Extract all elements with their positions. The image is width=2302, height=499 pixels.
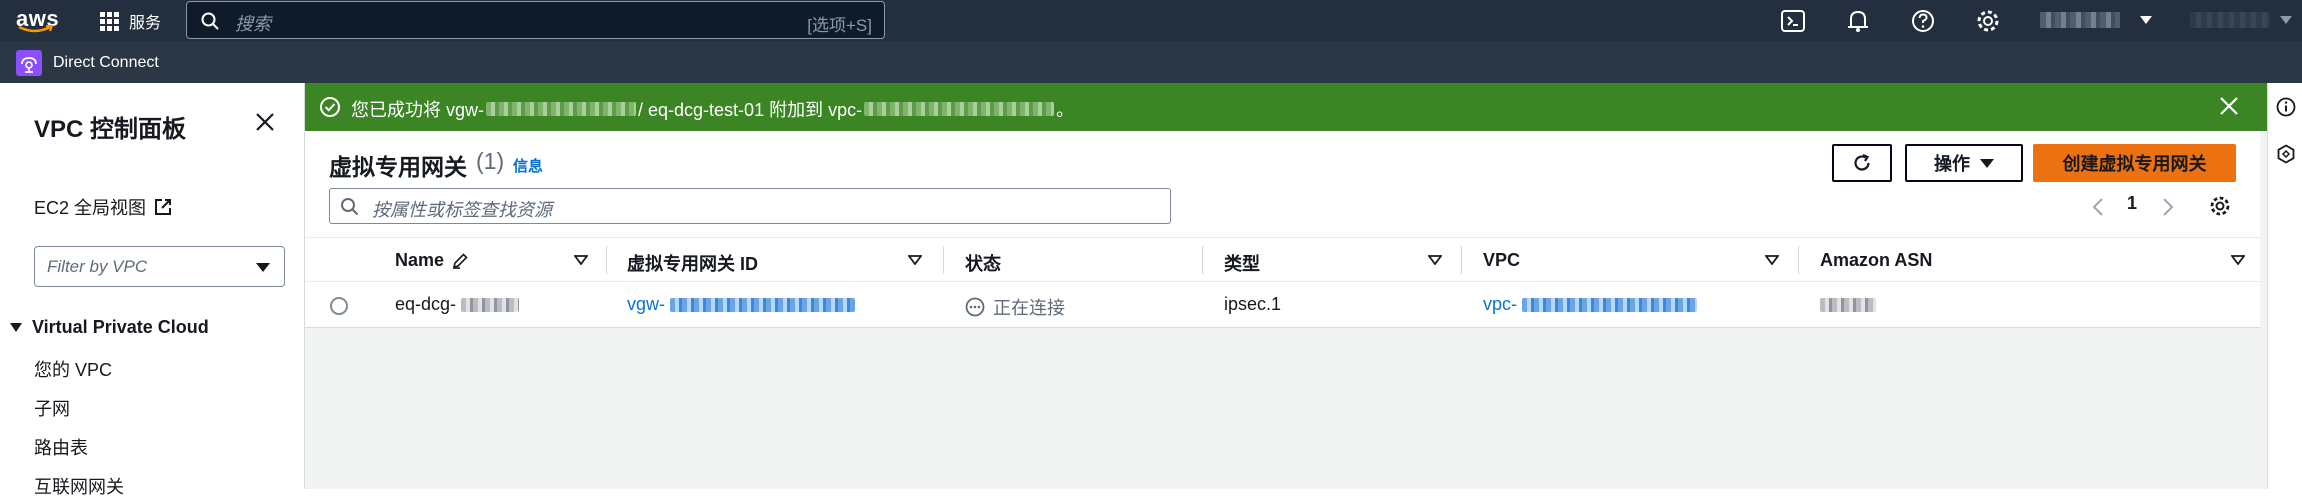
smile-arrow-icon: [18, 25, 54, 33]
close-icon[interactable]: [256, 113, 274, 131]
caret-down-icon: [2280, 16, 2292, 24]
caret-down-icon: [256, 263, 270, 272]
info-icon[interactable]: [2276, 97, 2296, 117]
main-content: 虚拟专用网关 (1) 信息 操作 创建虚拟专用网关 按属性或标签查找资源 1 N…: [305, 131, 2267, 489]
caret-down-icon: [2140, 16, 2152, 24]
sidebar-item-internet-gateways[interactable]: 互联网网关: [34, 473, 124, 499]
sidebar-item-route-tables[interactable]: 路由表: [34, 434, 88, 460]
cell-vgw-id-link[interactable]: vgw-: [627, 294, 856, 315]
chevron-right-icon[interactable]: [2162, 197, 2174, 217]
account-name-redacted[interactable]: [2040, 12, 2120, 28]
sort-caret-icon[interactable]: [908, 255, 922, 265]
sort-caret-icon[interactable]: [2231, 255, 2245, 265]
vgw-table-container: 虚拟专用网关 (1) 信息 操作 创建虚拟专用网关 按属性或标签查找资源 1 N…: [305, 131, 2260, 328]
sort-caret-icon[interactable]: [1765, 255, 1779, 265]
service-shortcut-direct-connect[interactable]: Direct Connect: [53, 54, 159, 72]
settings-gear-icon[interactable]: [1975, 8, 2001, 34]
page-title: 虚拟专用网关: [329, 154, 467, 180]
redacted-text: [670, 298, 856, 313]
caret-down-icon: [1980, 158, 1994, 168]
hexagon-feedback-icon[interactable]: [2276, 144, 2296, 164]
side-navigation: VPC 控制面板 EC2 全局视图 Filter by VPC Virtual …: [0, 83, 305, 497]
search-icon: [341, 198, 359, 216]
table-preferences-gear-icon[interactable]: [2209, 195, 2231, 217]
row-select-radio[interactable]: [330, 297, 348, 315]
redacted-text: [1522, 298, 1698, 313]
cell-vpc-link[interactable]: vpc-: [1483, 294, 1698, 315]
flash-message: 您已成功将 vgw- / eq-dcg-test-01 附加到 vpc- 。: [351, 100, 1075, 120]
services-menu-button[interactable]: 服务: [100, 8, 161, 34]
tools-rail: [2267, 83, 2302, 489]
column-header-type[interactable]: 类型: [1224, 250, 1260, 276]
sort-caret-icon[interactable]: [1428, 255, 1442, 265]
redacted-text: [461, 298, 520, 313]
search-icon: [201, 12, 219, 30]
column-header-vpc[interactable]: VPC: [1483, 250, 1520, 271]
resource-count: (1): [476, 148, 505, 174]
notifications-bell-icon[interactable]: [1845, 8, 1871, 34]
dismiss-icon[interactable]: [2220, 97, 2238, 115]
sidenav-section-virtual-private-cloud[interactable]: Virtual Private Cloud: [10, 317, 209, 338]
table-filter-input[interactable]: 按属性或标签查找资源: [329, 188, 1171, 224]
cell-amazon-asn: [1820, 294, 1876, 315]
success-check-circle-icon: [320, 97, 340, 117]
edit-pencil-icon: [452, 253, 468, 269]
filter-by-vpc-select[interactable]: Filter by VPC: [34, 246, 285, 287]
table-header: Name 虚拟专用网关 ID 状态 类型 VPC Amazon ASN: [305, 237, 2260, 282]
sidebar-item-your-vpcs[interactable]: 您的 VPC: [34, 356, 112, 382]
cell-type: ipsec.1: [1224, 294, 1282, 314]
refresh-button[interactable]: [1832, 144, 1892, 182]
redacted-text: [1820, 298, 1876, 313]
grid-icon: [100, 11, 119, 31]
column-header-amazon-asn[interactable]: Amazon ASN: [1820, 250, 1932, 271]
cell-state: 正在连接: [965, 294, 1065, 320]
sidenav-title[interactable]: VPC 控制面板: [34, 109, 186, 144]
global-search-input[interactable]: 搜索 [选项+S]: [186, 1, 885, 39]
sidebar-item-subnets[interactable]: 子网: [34, 395, 70, 421]
aws-logo[interactable]: aws: [16, 6, 60, 36]
create-vgw-button[interactable]: 创建虚拟专用网关: [2033, 144, 2236, 182]
external-link-icon: [155, 199, 172, 215]
caret-down-icon: [10, 323, 22, 332]
cloudshell-icon[interactable]: [1780, 8, 1806, 34]
ec2-global-view-link[interactable]: EC2 全局视图: [34, 194, 172, 220]
column-header-vgw-id[interactable]: 虚拟专用网关 ID: [627, 250, 758, 276]
pending-status-icon: [965, 297, 985, 317]
table-row[interactable]: eq-dcg- vgw- 正在连接 ipsec.1 vpc-: [305, 282, 2260, 327]
page-number[interactable]: 1: [2127, 193, 2137, 214]
column-header-name[interactable]: Name: [395, 250, 469, 271]
redacted-text: [864, 102, 1055, 116]
column-header-state[interactable]: 状态: [965, 250, 1001, 276]
chevron-left-icon[interactable]: [2092, 197, 2104, 217]
redacted-text: [486, 102, 637, 116]
help-icon[interactable]: [1910, 8, 1936, 34]
success-flashbar: 您已成功将 vgw- / eq-dcg-test-01 附加到 vpc- 。: [305, 83, 2267, 131]
sort-caret-icon[interactable]: [574, 255, 588, 265]
actions-button[interactable]: 操作: [1905, 144, 2023, 182]
refresh-icon: [1854, 153, 1870, 171]
service-favorites-bar: Direct Connect: [0, 41, 2302, 83]
region-name-redacted[interactable]: [2190, 12, 2270, 28]
info-link[interactable]: 信息: [513, 155, 543, 176]
cell-name: eq-dcg-: [395, 294, 520, 315]
direct-connect-icon: [16, 50, 42, 76]
top-navigation: aws 服务 搜索 [选项+S]: [0, 0, 2302, 41]
